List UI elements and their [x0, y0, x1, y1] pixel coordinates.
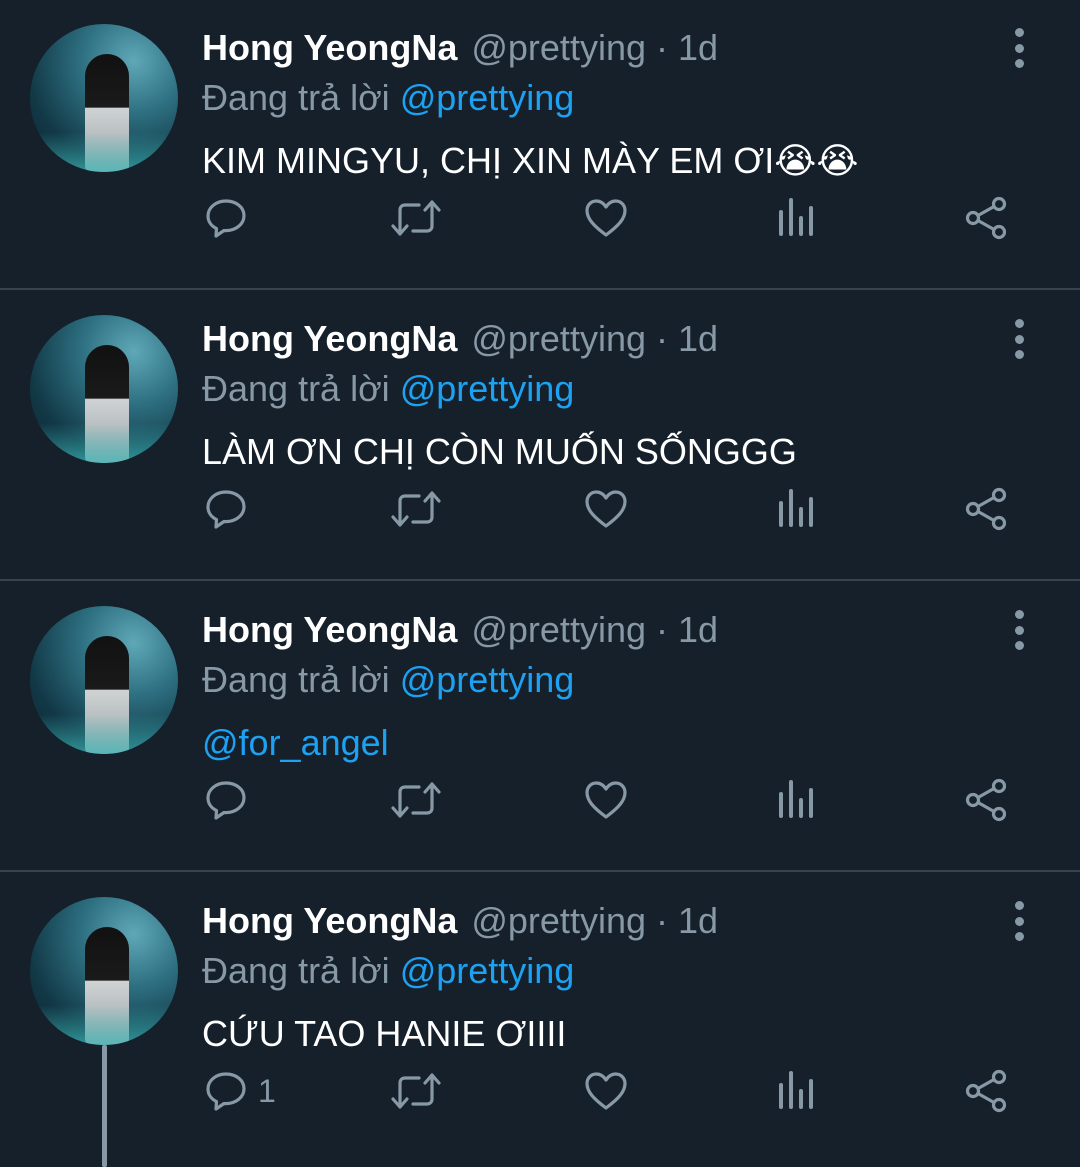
thread-connector-line: [102, 1045, 107, 1167]
retweet-icon: [391, 491, 441, 527]
share-icon: [965, 196, 1007, 240]
reply-button[interactable]: [204, 196, 258, 240]
replying-to: Đang trả lời @prettying: [202, 368, 575, 409]
more-icon[interactable]: [1002, 319, 1036, 359]
tweet[interactable]: Hong YeongNa @prettying · 1d Đang trả lời…: [0, 0, 1080, 290]
reply-icon: [206, 781, 246, 820]
tweet-header: Hong YeongNa @prettying · 1d: [202, 24, 718, 72]
handle: @prettying · 1d: [471, 318, 719, 359]
share-button[interactable]: [964, 778, 1008, 822]
tweet-text-mention-link[interactable]: @for_angel: [202, 718, 389, 768]
share-icon: [965, 1069, 1007, 1113]
divider: [0, 288, 1080, 290]
like-button[interactable]: [584, 1069, 628, 1113]
reply-count: 1: [258, 1072, 276, 1109]
reply-mention-link[interactable]: @prettying: [400, 77, 575, 118]
tweet-header: Hong YeongNa @prettying · 1d: [202, 897, 718, 945]
retweet-button[interactable]: [390, 196, 442, 240]
display-name[interactable]: Hong YeongNa: [202, 27, 457, 68]
analytics-button[interactable]: [776, 196, 816, 240]
display-name[interactable]: Hong YeongNa: [202, 900, 457, 941]
analytics-button[interactable]: [776, 1069, 816, 1113]
share-icon: [965, 487, 1007, 531]
reply-mention-link[interactable]: @prettying: [400, 368, 575, 409]
like-icon: [585, 199, 627, 237]
reply-mention-link[interactable]: @prettying: [400, 659, 575, 700]
reply-icon: [206, 199, 246, 238]
share-icon: [965, 778, 1007, 822]
timestamp: 1d: [678, 609, 719, 650]
tweet-text: KIM MINGYU, CHỊ XIN MÀY EM ƠI😭😭: [202, 140, 859, 181]
like-button[interactable]: [584, 196, 628, 240]
timestamp: 1d: [678, 27, 719, 68]
analytics-icon: [779, 1071, 813, 1109]
handle: @prettying · 1d: [471, 900, 719, 941]
more-icon[interactable]: [1002, 901, 1036, 941]
share-button[interactable]: [964, 196, 1008, 240]
tweet[interactable]: Hong YeongNa @prettying · 1d Đang trả lời…: [0, 873, 1080, 1163]
replying-to: Đang trả lời @prettying: [202, 659, 575, 700]
more-icon[interactable]: [1002, 610, 1036, 650]
retweet-icon: [391, 1073, 441, 1109]
reply-icon: [206, 490, 246, 529]
tweet-feed: Hong YeongNa @prettying · 1d Đang trả lời…: [0, 0, 1080, 1167]
avatar[interactable]: [30, 606, 178, 754]
tweet-text: LÀM ƠN CHỊ CÒN MUỐN SỐNGGG: [202, 431, 797, 472]
reply-button[interactable]: [204, 778, 258, 822]
timestamp: 1d: [678, 900, 719, 941]
tweet[interactable]: Hong YeongNa @prettying · 1d Đang trả lời…: [0, 291, 1080, 581]
replying-to: Đang trả lời @prettying: [202, 77, 575, 118]
avatar[interactable]: [30, 315, 178, 463]
analytics-icon: [779, 489, 813, 527]
like-icon: [585, 490, 627, 528]
display-name[interactable]: Hong YeongNa: [202, 318, 457, 359]
retweet-icon: [391, 200, 441, 236]
like-button[interactable]: [584, 778, 628, 822]
share-button[interactable]: [964, 487, 1008, 531]
like-icon: [585, 781, 627, 819]
handle: @prettying · 1d: [471, 27, 719, 68]
handle: @prettying · 1d: [471, 609, 719, 650]
like-icon: [585, 1072, 627, 1110]
display-name[interactable]: Hong YeongNa: [202, 609, 457, 650]
tweet-header: Hong YeongNa @prettying · 1d: [202, 315, 718, 363]
retweet-icon: [391, 782, 441, 818]
divider: [0, 579, 1080, 581]
tweet-header: Hong YeongNa @prettying · 1d: [202, 606, 718, 654]
more-icon[interactable]: [1002, 28, 1036, 68]
timestamp: 1d: [678, 318, 719, 359]
reply-button[interactable]: [204, 487, 258, 531]
like-button[interactable]: [584, 487, 628, 531]
retweet-button[interactable]: [390, 1069, 442, 1113]
analytics-button[interactable]: [776, 487, 816, 531]
share-button[interactable]: [964, 1069, 1008, 1113]
tweet-text: CỨU TAO HANIE ƠIIII: [202, 1013, 567, 1054]
analytics-button[interactable]: [776, 778, 816, 822]
tweet[interactable]: Hong YeongNa @prettying · 1d Đang trả lời…: [0, 582, 1080, 872]
replying-to: Đang trả lời @prettying: [202, 950, 575, 991]
avatar[interactable]: [30, 24, 178, 172]
reply-icon: [206, 1072, 246, 1111]
analytics-icon: [779, 780, 813, 818]
retweet-button[interactable]: [390, 487, 442, 531]
reply-mention-link[interactable]: @prettying: [400, 950, 575, 991]
reply-button[interactable]: 1: [204, 1069, 276, 1113]
analytics-icon: [779, 198, 813, 236]
retweet-button[interactable]: [390, 778, 442, 822]
avatar[interactable]: [30, 897, 178, 1045]
divider: [0, 870, 1080, 872]
